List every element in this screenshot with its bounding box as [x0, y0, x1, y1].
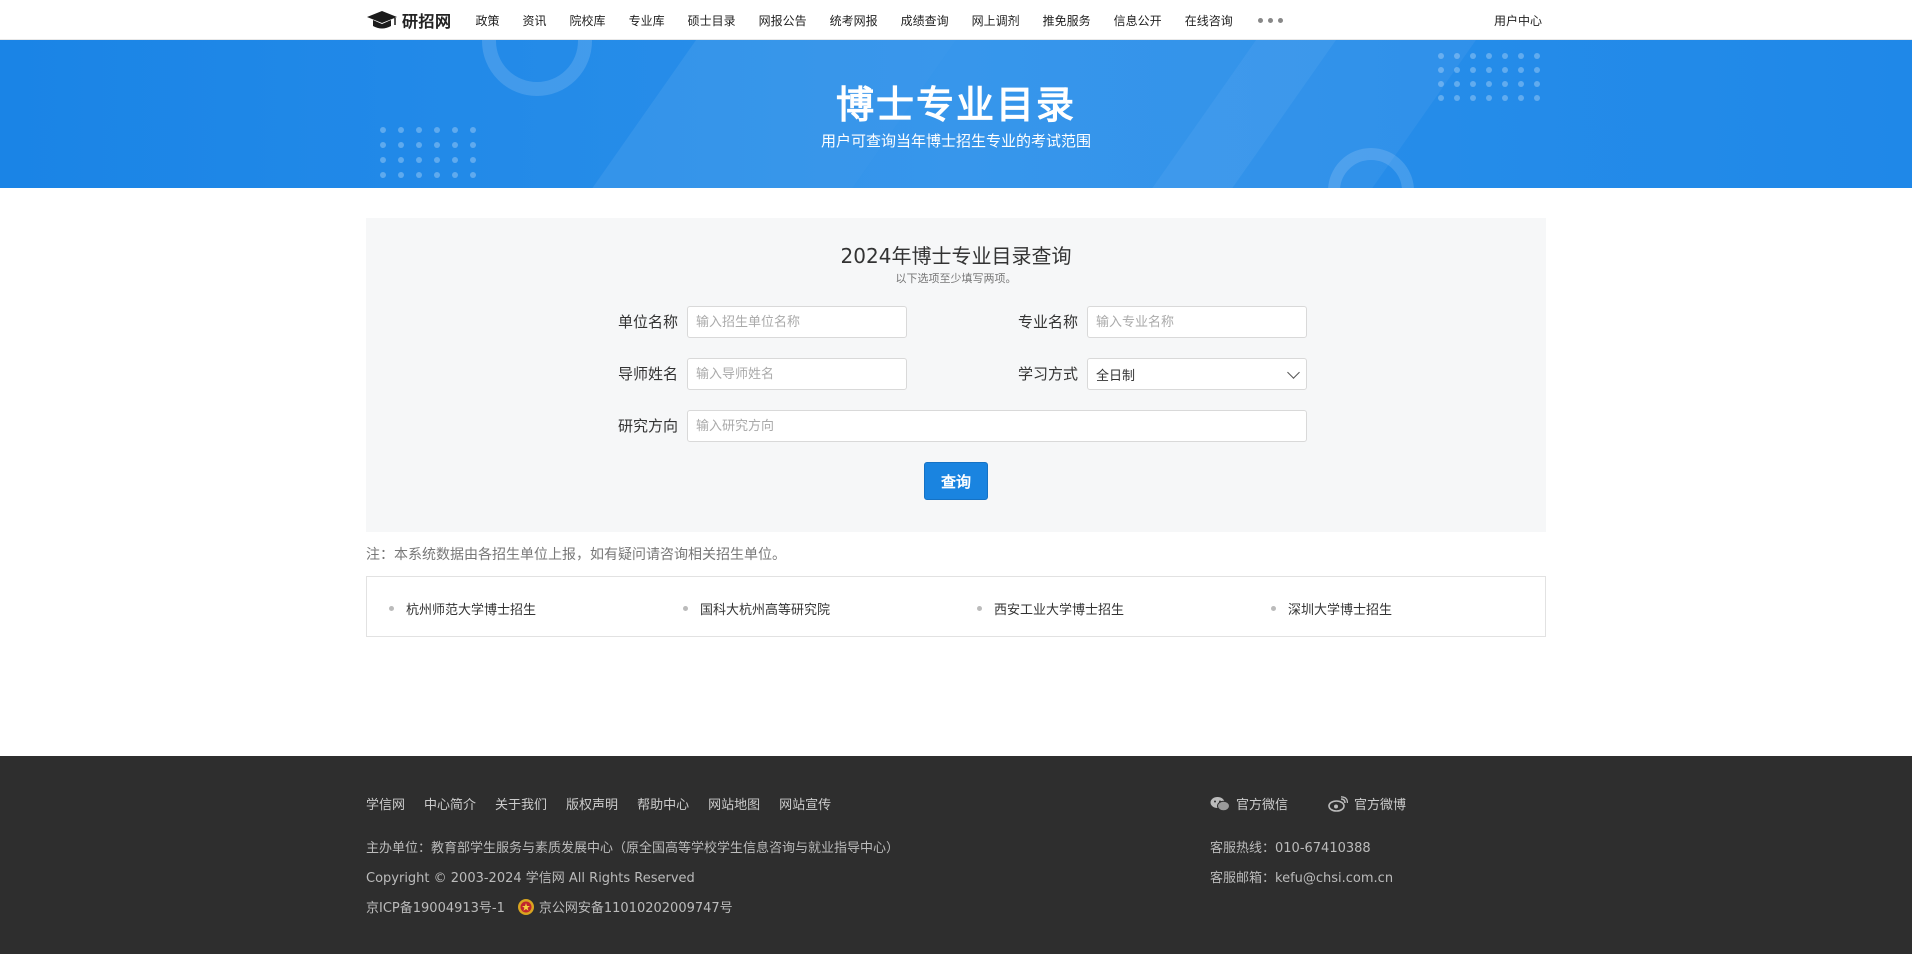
police-record[interactable]: 京公网安备11010202009747号 [517, 897, 733, 916]
page-banner: 博士专业目录 用户可查询当年博士招生专业的考试范围 [0, 40, 1912, 188]
footer-link[interactable]: 版权声明 [566, 794, 618, 813]
bullet-icon [1271, 606, 1276, 611]
nav-item[interactable]: 硕士目录 [688, 12, 736, 29]
footer-link[interactable]: 学信网 [366, 794, 405, 813]
unit-label: 单位名称 [617, 313, 678, 331]
top-navbar: 研招网 政策 资讯 院校库 专业库 硕士目录 网报公告 统考网报 成绩查询 网上调剂 推免服务 信息… [0, 0, 1912, 40]
icp-link[interactable]: 京ICP备19004913号-1 [366, 897, 505, 916]
footer-link[interactable]: 网站地图 [708, 794, 760, 813]
nav-item[interactable]: 在线咨询 [1185, 12, 1233, 29]
link-label: 国科大杭州高等研究院 [700, 603, 831, 618]
study-mode-label: 学习方式 [1017, 365, 1078, 383]
footer-link[interactable]: 关于我们 [495, 794, 547, 813]
nav-item[interactable]: 信息公开 [1114, 12, 1162, 29]
wechat-icon [1210, 796, 1230, 811]
wechat-label: 官方微信 [1236, 798, 1289, 813]
site-logo[interactable]: 研招网 [366, 8, 452, 32]
site-name: 研招网 [402, 12, 452, 31]
search-form: 2024年博士专业目录查询 以下选项至少填写两项。 单位名称 专业名称 导师姓名… [366, 218, 1546, 532]
nav-item[interactable]: 资讯 [523, 12, 547, 29]
footer-link[interactable]: 帮助中心 [637, 794, 689, 813]
main-menu: 政策 资讯 院校库 专业库 硕士目录 网报公告 统考网报 成绩查询 网上调剂 推免服务 信息公开 在线… [476, 12, 1256, 29]
page-title: 博士专业目录 [835, 83, 1076, 127]
list-item[interactable]: 西安工业大学博士招生 [977, 599, 1124, 618]
form-title: 2024年博士专业目录查询 [840, 244, 1072, 268]
weibo-icon [1328, 795, 1348, 812]
record-line: 京ICP备19004913号-1 京公网安备11010202009747号 [366, 897, 733, 916]
link-label: 杭州师范大学博士招生 [406, 603, 537, 618]
user-center-link[interactable]: 用户中心 [1494, 12, 1542, 29]
bullet-icon [389, 606, 394, 611]
footer-link[interactable]: 中心简介 [424, 794, 476, 813]
nav-item[interactable]: 网报公告 [759, 12, 807, 29]
list-item[interactable]: 深圳大学博士招生 [1271, 599, 1392, 618]
unit-name-input[interactable] [687, 306, 907, 338]
nav-item[interactable]: 成绩查询 [901, 12, 949, 29]
email-text: 客服邮箱：kefu@chsi.com.cn [1210, 871, 1394, 886]
major-name-input[interactable] [1087, 306, 1307, 338]
weibo-label: 官方微博 [1354, 798, 1407, 813]
bullet-icon [683, 606, 688, 611]
nav-item[interactable]: 网上调剂 [972, 12, 1020, 29]
study-mode-select[interactable]: 全日制 [1087, 358, 1307, 390]
organizer-text: 主办单位：教育部学生服务与素质发展中心（原全国高等学校学生信息咨询与就业指导中心… [366, 841, 900, 856]
weibo-link[interactable]: 官方微博 [1328, 794, 1406, 813]
wechat-link[interactable]: 官方微信 [1210, 794, 1288, 813]
tutor-name-input[interactable] [687, 358, 907, 390]
graduation-cap-icon [367, 11, 397, 29]
footer-nav: 学信网 中心简介 关于我们 版权声明 帮助中心 网站地图 网站宣传 [366, 794, 850, 813]
research-direction-input[interactable] [687, 410, 1307, 442]
nav-item[interactable]: 院校库 [570, 12, 606, 29]
copyright-text: Copyright © 2003-2024 学信网 All Rights Res… [366, 871, 695, 886]
page-subtitle: 用户可查询当年博士招生专业的考试范围 [820, 132, 1091, 150]
study-mode-value: 全日制 [1096, 368, 1136, 384]
chevron-down-icon [1287, 365, 1300, 379]
recommended-links: 杭州师范大学博士招生 国科大杭州高等研究院 西安工业大学博士招生 深圳大学博士招… [366, 576, 1546, 637]
list-item[interactable]: 杭州师范大学博士招生 [389, 599, 536, 618]
nav-item[interactable]: 政策 [476, 12, 500, 29]
hotline-text: 客服热线：010-67410388 [1210, 841, 1371, 856]
police-record-text: 京公网安备11010202009747号 [538, 901, 733, 916]
link-label: 西安工业大学博士招生 [994, 603, 1125, 618]
page-footer: 学信网 中心简介 关于我们 版权声明 帮助中心 网站地图 网站宣传 主办单位：教育部学生服务… [0, 756, 1912, 954]
more-menu-icon[interactable] [1257, 17, 1283, 23]
link-label: 深圳大学博士招生 [1288, 603, 1393, 618]
major-label: 专业名称 [1017, 313, 1078, 331]
nav-item[interactable]: 推免服务 [1043, 12, 1091, 29]
list-item[interactable]: 国科大杭州高等研究院 [683, 599, 830, 618]
disclaimer-note: 注：本系统数据由各招生单位上报，如有疑问请咨询相关招生单位。 [366, 547, 786, 563]
nav-item[interactable]: 专业库 [629, 12, 665, 29]
direction-label: 研究方向 [617, 417, 678, 435]
nav-item[interactable]: 统考网报 [830, 12, 878, 29]
search-button[interactable]: 查询 [924, 462, 988, 500]
police-badge-icon [517, 898, 534, 915]
bullet-icon [977, 606, 982, 611]
form-hint: 以下选项至少填写两项。 [895, 272, 1017, 285]
tutor-label: 导师姓名 [617, 365, 678, 383]
footer-link[interactable]: 网站宣传 [779, 794, 831, 813]
